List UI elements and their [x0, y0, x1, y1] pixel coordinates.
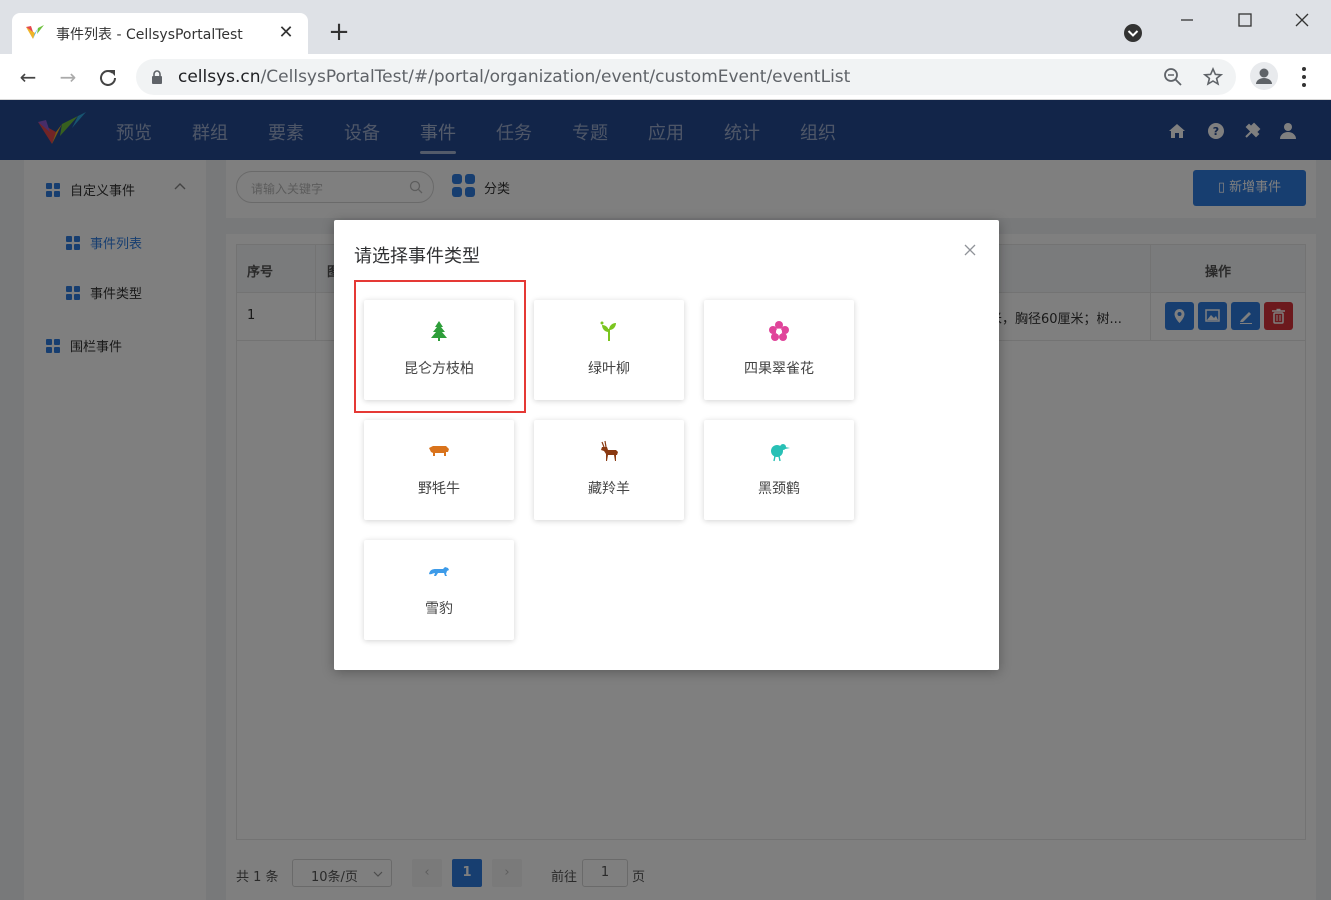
tab-title: 事件列表 - CellsysPortalTest — [56, 27, 243, 43]
event-type-card-tibetan-antelope[interactable]: 藏羚羊 — [534, 420, 684, 520]
url-text[interactable]: cellsys.cn/CellsysPortalTest/#/portal/or… — [178, 67, 850, 87]
event-type-name: 绿叶柳 — [588, 361, 630, 377]
tab-search-icon[interactable] — [1122, 22, 1144, 44]
window-close-icon[interactable] — [1287, 6, 1317, 34]
browser-menu-icon[interactable] — [1294, 64, 1314, 90]
event-type-card-snow-leopard[interactable]: 雪豹 — [364, 540, 514, 640]
yak-icon — [429, 446, 449, 456]
address-bar[interactable]: cellsys.cn/CellsysPortalTest/#/portal/or… — [136, 59, 1236, 95]
event-type-name: 四果翠雀花 — [744, 361, 814, 377]
antelope-icon — [601, 440, 618, 461]
event-type-card-wild-yak[interactable]: 野牦牛 — [364, 420, 514, 520]
event-type-name: 雪豹 — [425, 601, 453, 617]
zoom-icon[interactable] — [1163, 67, 1183, 87]
forward-arrow-icon[interactable]: → — [54, 63, 82, 91]
sprout-icon — [600, 321, 616, 341]
browser-tabstrip: 事件列表 - CellsysPortalTest ✕ + — [0, 0, 1331, 54]
reload-icon[interactable] — [96, 66, 120, 90]
bookmark-star-icon[interactable] — [1203, 67, 1223, 87]
lock-icon — [152, 70, 162, 84]
event-type-name: 藏羚羊 — [588, 481, 630, 497]
selection-highlight — [354, 280, 526, 413]
tab-close-icon[interactable]: ✕ — [274, 21, 298, 45]
leopard-icon — [429, 567, 449, 576]
new-tab-plus-icon[interactable]: + — [324, 18, 354, 48]
event-type-name: 野牦牛 — [418, 481, 460, 497]
dialog-title: 请选择事件类型 — [354, 246, 480, 267]
event-type-card-delphinium[interactable]: 四果翠雀花 — [704, 300, 854, 400]
dialog-close-icon[interactable] — [960, 240, 980, 260]
browser-toolbar: ← → cellsys.cn/CellsysPortalTest/#/porta… — [0, 54, 1331, 100]
maximize-icon[interactable] — [1230, 6, 1260, 34]
flower-icon — [769, 321, 789, 341]
browser-tab[interactable]: 事件列表 - CellsysPortalTest ✕ — [12, 13, 308, 54]
bird-icon — [771, 444, 790, 462]
profile-avatar-icon[interactable] — [1250, 62, 1278, 90]
event-type-name: 黑颈鹤 — [758, 481, 800, 497]
back-arrow-icon[interactable]: ← — [14, 63, 42, 91]
event-type-card-black-necked-crane[interactable]: 黑颈鹤 — [704, 420, 854, 520]
event-type-card-green-willow[interactable]: 绿叶柳 — [534, 300, 684, 400]
app-favicon-icon — [26, 25, 44, 39]
minimize-icon[interactable] — [1172, 6, 1202, 34]
